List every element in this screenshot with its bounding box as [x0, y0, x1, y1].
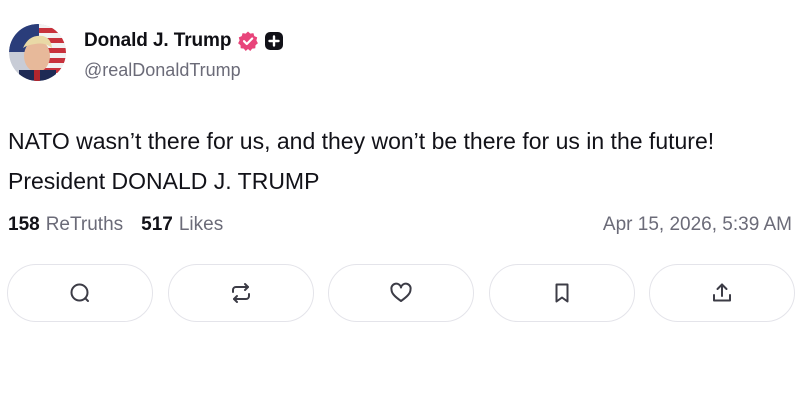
bookmark-button[interactable] [488, 264, 635, 322]
avatar-image [9, 24, 66, 81]
author-block: Donald J. Trump @realDonaldTrump [84, 28, 284, 81]
retruth-icon [231, 283, 250, 303]
likes-count: 517 [141, 214, 173, 235]
post-timestamp[interactable]: Apr 15, 2026, 5:39 AM [603, 214, 792, 236]
retruths-label: ReTruths [45, 214, 124, 235]
reply-button[interactable] [7, 264, 153, 322]
reply-icon [70, 283, 89, 302]
likes-label: Likes [178, 214, 224, 235]
avatar[interactable] [9, 24, 66, 81]
like-button[interactable] [328, 264, 474, 322]
likes-stat[interactable]: 517 Likes [141, 214, 223, 236]
share-button[interactable] [649, 264, 795, 322]
action-bar [7, 264, 795, 322]
share-icon [713, 283, 731, 302]
bookmark-icon [555, 283, 568, 303]
handle[interactable]: @realDonaldTrump [84, 60, 284, 81]
verified-icon [237, 30, 259, 52]
name-row: Donald J. Trump [84, 28, 284, 54]
retruths-count: 158 [8, 214, 40, 235]
plus-badge-icon [264, 31, 284, 51]
retruths-stat[interactable]: 158 ReTruths [8, 214, 123, 236]
heart-icon [390, 282, 412, 302]
post-card: Donald J. Trump @realDonaldTrump NATO wa… [0, 0, 800, 406]
retruth-button[interactable] [167, 264, 314, 322]
post-text: NATO wasn’t there for us, and they won’t… [8, 128, 715, 194]
display-name[interactable]: Donald J. Trump [84, 30, 231, 52]
post-stats: 158 ReTruths 517 Likes [8, 214, 223, 236]
